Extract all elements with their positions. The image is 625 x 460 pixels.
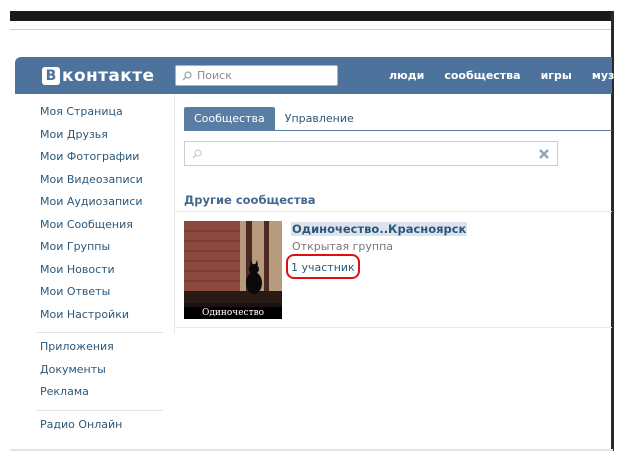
group-avatar[interactable]: Одиночество	[184, 221, 282, 319]
sidebar-item-videos[interactable]: Мои Видеозаписи	[40, 171, 170, 194]
group-type: Открытая группа	[292, 240, 394, 253]
logo-text: контакте	[62, 66, 155, 86]
nav-music[interactable]: музыка	[592, 69, 625, 82]
window-top-border	[10, 11, 612, 21]
sidebar-item-answers[interactable]: Мои Ответы	[40, 283, 170, 306]
top-header: B контакте люди сообщества игры музыка	[15, 57, 625, 94]
nav-people[interactable]: люди	[389, 69, 424, 82]
logo-mark-icon: B	[42, 67, 60, 85]
sidebar-item-messages[interactable]: Мои Сообщения	[40, 216, 170, 239]
search-input[interactable]	[197, 69, 327, 82]
clear-icon[interactable]	[538, 148, 550, 160]
tab-communities[interactable]: Сообщества	[184, 107, 275, 130]
filter-input[interactable]	[208, 147, 538, 160]
tab-bar: Сообщества Управление	[184, 107, 364, 130]
sidebar-item-photos[interactable]: Мои Фотографии	[40, 148, 170, 171]
tab-underline	[184, 130, 612, 131]
nav-communities[interactable]: сообщества	[444, 69, 520, 82]
main-content: Сообщества Управление Другие сообщества	[174, 94, 612, 334]
sidebar-item-friends[interactable]: Мои Друзья	[40, 126, 170, 149]
red-annotation-circle	[286, 254, 360, 279]
sidebar-item-apps[interactable]: Приложения	[40, 338, 170, 361]
section-title: Другие сообщества	[184, 193, 316, 207]
sidebar-item-ads[interactable]: Реклама	[40, 383, 170, 406]
sidebar-divider	[36, 409, 163, 411]
photo-caption: Одиночество	[184, 307, 282, 319]
group-name-link[interactable]: Одиночество..Красноярск	[291, 222, 468, 236]
vk-logo[interactable]: B контакте	[42, 65, 154, 87]
nav-games[interactable]: игры	[541, 69, 572, 82]
window-divider	[10, 29, 612, 30]
header-search[interactable]	[175, 65, 338, 86]
window-bottom-border	[10, 449, 613, 451]
sidebar-item-settings[interactable]: Мои Настройки	[40, 306, 170, 329]
header-nav: люди сообщества игры музыка	[389, 69, 625, 82]
section-divider	[174, 211, 612, 212]
community-filter[interactable]	[184, 141, 558, 166]
sidebar-item-documents[interactable]: Документы	[40, 361, 170, 384]
search-icon	[192, 148, 202, 158]
sidebar-item-audio[interactable]: Мои Аудиозаписи	[40, 193, 170, 216]
sidebar-item-radio[interactable]: Радио Онлайн	[40, 416, 170, 439]
content-bottom-divider	[174, 327, 612, 328]
sidebar-divider	[36, 332, 163, 333]
left-sidebar: Моя Страница Мои Друзья Мои Фотографии М…	[36, 103, 170, 439]
tab-manage[interactable]: Управление	[275, 107, 364, 130]
search-icon	[182, 70, 192, 81]
content-left-border	[174, 94, 175, 334]
sidebar-item-groups[interactable]: Мои Группы	[40, 238, 170, 261]
sidebar-item-news[interactable]: Мои Новости	[40, 261, 170, 284]
group-photo-image	[184, 221, 282, 319]
sidebar-item-my-page[interactable]: Моя Страница	[40, 103, 170, 126]
